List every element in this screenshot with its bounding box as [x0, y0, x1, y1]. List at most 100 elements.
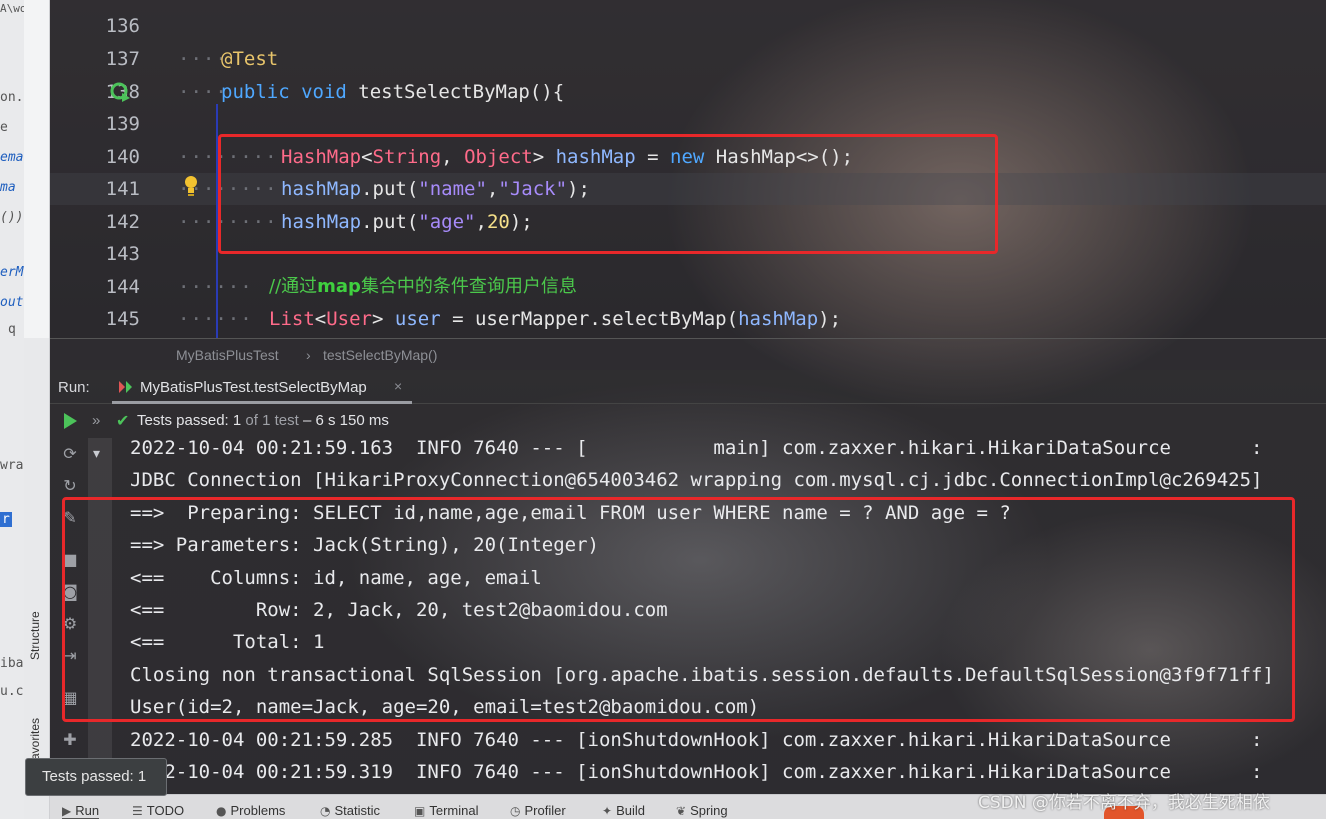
- status-count: 1: [232, 412, 242, 429]
- console-line: 2022-10-04 00:21:59.163 INFO 7640 --- [ …: [130, 437, 1263, 459]
- statistic-tool-button[interactable]: ◔ Statistic: [320, 803, 380, 818]
- file-fragment: on.j: [0, 90, 24, 105]
- chevron-down-icon[interactable]: ▾: [93, 446, 100, 462]
- profiler-tool-label: Profiler: [524, 803, 566, 818]
- todo-tool-label: TODO: [146, 803, 185, 818]
- annotation: @Test: [221, 48, 279, 70]
- watermark-text: CSDN @你若不离不弃，我必生死相依: [978, 793, 1270, 813]
- run-tab-label: MyBatisPlusTest.testSelectByMap: [140, 379, 367, 396]
- line-number: 142: [105, 211, 140, 233]
- run-label: Run:: [58, 379, 90, 396]
- structure-side-tab[interactable]: Structure: [28, 611, 42, 660]
- code-statement: List<User> user = userMapper.selectByMap…: [269, 303, 841, 335]
- editor-line: 136: [50, 10, 1326, 42]
- statistic-icon: ◔: [320, 804, 331, 818]
- run-panel-header: Run: MyBatisPlusTest.testSelectByMap ×: [50, 370, 1326, 404]
- code-fragment: ema: [0, 150, 24, 165]
- line-number: 136: [105, 15, 140, 37]
- code-fragment: q: [8, 322, 16, 337]
- code-fragment: iba: [0, 656, 24, 671]
- check-icon: ✔: [116, 413, 130, 430]
- editor-line: 138 ···· public void testSelectByMap(){: [50, 76, 1326, 108]
- code-comment: //通过map集合中的条件查询用户信息: [269, 271, 577, 303]
- keyword: public void: [221, 81, 359, 103]
- favorites-side-tab[interactable]: avorites: [28, 718, 42, 760]
- play-icon: ▶: [62, 804, 72, 818]
- problems-tool-label: Problems: [230, 803, 286, 818]
- breadcrumb-method[interactable]: testSelectByMap(): [323, 347, 437, 363]
- terminal-tool-button[interactable]: ▣ Terminal: [414, 803, 478, 818]
- code-fragment: u.c: [0, 684, 24, 699]
- spring-leaf-icon: ❦: [676, 804, 687, 818]
- path-fragment: A\wo: [0, 2, 24, 15]
- terminal-icon: ▣: [414, 804, 426, 818]
- statistic-tool-label: Statistic: [334, 803, 380, 818]
- editor-line: 137 ···· @Test: [50, 43, 1326, 75]
- console-highlight-box: [62, 497, 1295, 722]
- variable-token: user: [394, 308, 441, 330]
- code-fragment: erM: [0, 265, 24, 280]
- punct-token: <: [314, 308, 327, 330]
- breadcrumb: MyBatisPlusTest › testSelectByMap(): [50, 338, 1326, 370]
- hammer-icon: ✦: [602, 804, 613, 818]
- rerun-play-icon[interactable]: [62, 412, 78, 430]
- project-panel-edge: A\wo on.j e ema ma ()); erM out q wra r …: [0, 0, 24, 819]
- left-panel-edge: [24, 0, 50, 338]
- spring-tool-button[interactable]: ❦ Spring: [676, 803, 728, 818]
- line-number: 144: [105, 276, 140, 298]
- console-line: JDBC Connection [HikariProxyConnection@6…: [130, 469, 1263, 491]
- line-number: 140: [105, 146, 140, 168]
- status-passed: Tests passed:: [137, 412, 233, 429]
- code-highlight-box: [218, 134, 998, 254]
- line-number: 139: [105, 113, 140, 135]
- line-number: 137: [105, 48, 140, 70]
- punct-token: =: [440, 308, 475, 330]
- profiler-icon: ◷: [510, 804, 521, 818]
- todo-tool-button[interactable]: ☰ TODO: [132, 803, 184, 818]
- pin-icon[interactable]: ✚: [60, 730, 80, 750]
- breadcrumb-separator: ›: [306, 347, 311, 363]
- info-icon: ●: [216, 804, 227, 818]
- tests-passed-tooltip: Tests passed: 1: [25, 758, 167, 796]
- breadcrumb-class[interactable]: MyBatisPlusTest: [176, 347, 279, 363]
- expand-chevron-icon[interactable]: »: [92, 412, 100, 429]
- problems-tool-button[interactable]: ● Problems: [216, 803, 285, 818]
- lightbulb-icon[interactable]: [183, 175, 199, 197]
- file-fragment: e: [0, 120, 8, 135]
- spring-tool-label: Spring: [690, 803, 728, 818]
- run-tool-button[interactable]: ▶ Run: [62, 803, 100, 819]
- punct-token: >: [371, 308, 395, 330]
- rerun-failed-icon[interactable]: ⟳: [60, 444, 80, 464]
- code-fragment: ());: [0, 210, 24, 225]
- build-tool-label: Build: [616, 803, 645, 818]
- comment-token: 集合中的条件查询用户信息: [360, 276, 577, 297]
- status-of: of 1 test: [241, 412, 299, 429]
- editor-line: 145 ······ List<User> user = userMapper.…: [50, 303, 1326, 335]
- run-config-tab[interactable]: MyBatisPlusTest.testSelectByMap ×: [112, 370, 402, 404]
- line-number: 143: [105, 243, 140, 265]
- code-fragment: out: [0, 295, 24, 310]
- type-token: List: [269, 308, 315, 330]
- console-line: 2022-10-04 00:21:59.285 INFO 7640 --- [i…: [130, 729, 1263, 751]
- build-tool-button[interactable]: ✦ Build: [602, 803, 645, 818]
- profiler-tool-button[interactable]: ◷ Profiler: [510, 803, 566, 818]
- code-fragment: wra: [0, 458, 24, 473]
- variable-token: hashMap: [738, 308, 819, 330]
- selected-fragment: r: [0, 512, 12, 527]
- run-test-gutter-icon[interactable]: [110, 81, 132, 103]
- method-signature: public void testSelectByMap(){: [221, 76, 564, 108]
- code-fragment: ma: [0, 180, 16, 195]
- test-status-text: Tests passed: 1 of 1 test – 6 s 150 ms: [137, 412, 389, 429]
- status-time: – 6 s 150 ms: [298, 412, 389, 429]
- method-call-token: userMapper.selectByMap(: [474, 308, 739, 330]
- test-config-icon: [119, 381, 132, 393]
- line-number: 145: [105, 308, 140, 330]
- editor-line: 144 ······ //通过map集合中的条件查询用户信息: [50, 271, 1326, 303]
- toggle-auto-test-icon[interactable]: ↻: [60, 476, 80, 496]
- console-line: 2022-10-04 00:21:59.319 INFO 7640 --- [i…: [130, 761, 1263, 783]
- close-icon[interactable]: ×: [394, 378, 402, 394]
- punct-token: );: [818, 308, 842, 330]
- type-token: User: [326, 308, 372, 330]
- line-number: 141: [105, 178, 140, 200]
- comment-token: //通过: [269, 276, 318, 297]
